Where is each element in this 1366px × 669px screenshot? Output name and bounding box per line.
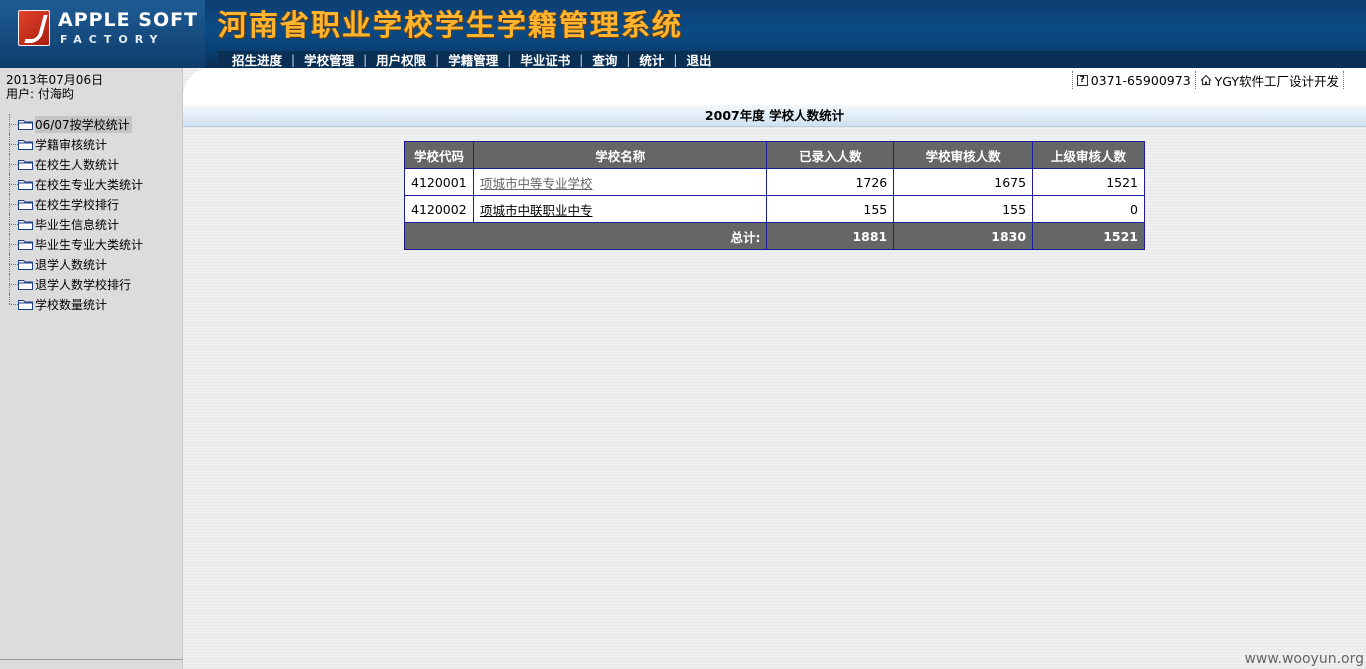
tree-item-label: 学籍审核统计 [35, 137, 108, 152]
school-audited-count: 1675 [893, 168, 1034, 196]
divider [1071, 71, 1073, 89]
tree-item-label: 在校生人数统计 [35, 157, 120, 172]
folder-icon [18, 199, 33, 210]
school-code: 4120002 [404, 195, 474, 223]
col-header-superior-audited-count: 上级审核人数 [1032, 141, 1145, 169]
table-header-row: 学校代码 学校名称 已录入人数 学校审核人数 上级审核人数 [404, 141, 1145, 169]
logo: APPLE SOFT FACTORY [0, 0, 205, 68]
table-row: 4120001 项城市中等专业学校 1726 1675 1521 [404, 168, 1145, 196]
tree-item-label: 退学人数学校排行 [35, 277, 132, 292]
tree-item-school-count[interactable]: 学校数量统计 [8, 294, 178, 314]
main-content: ? 0371-65900973 YGY软件工厂设计开发 2007年度 学校人数统… [183, 68, 1366, 669]
tree-item-graduate-info[interactable]: 毕业生信息统计 [8, 214, 178, 234]
folder-icon [18, 299, 33, 310]
school-code: 4120001 [404, 168, 474, 196]
developer-credit: YGY软件工厂设计开发 [1214, 73, 1339, 89]
nav-statistics[interactable]: 统计 [639, 50, 664, 69]
tree-item-label: 学校数量统计 [35, 297, 108, 312]
sidebar: 2013年07月06日 用户: 付海昀 06/07按学校统计 学籍审核统计 在校… [0, 68, 183, 669]
tree-item-label: 毕业生信息统计 [35, 217, 120, 232]
apple-soft-logo-icon [18, 10, 50, 46]
superior-audited-count: 0 [1032, 195, 1145, 223]
divider [1194, 71, 1196, 89]
table-row: 4120002 项城市中联职业中专 155 155 0 [404, 195, 1145, 223]
school-name-link[interactable]: 项城市中等专业学校 [480, 176, 593, 191]
school-audited-count: 155 [893, 195, 1034, 223]
main-nav: 招生进度 | 学校管理 | 用户权限 | 学籍管理 | 毕业证书 | 查询 | … [218, 51, 1366, 68]
divider [1343, 71, 1344, 89]
nav-logout[interactable]: 退出 [686, 50, 711, 69]
col-header-entered-count: 已录入人数 [766, 141, 895, 169]
tree-item-label: 在校生专业大类统计 [35, 177, 144, 192]
contact-info: ? 0371-65900973 YGY软件工厂设计开发 [1068, 71, 1348, 89]
superior-audited-count: 1521 [1032, 168, 1145, 196]
nav-user-permissions[interactable]: 用户权限 [376, 50, 426, 69]
tree-item-record-audit[interactable]: 学籍审核统计 [8, 134, 178, 154]
current-user: 用户: 付海昀 [6, 87, 74, 101]
school-name-cell: 项城市中联职业中专 [472, 195, 768, 223]
nav-student-records[interactable]: 学籍管理 [448, 50, 498, 69]
tree-item-label: 退学人数统计 [35, 257, 108, 272]
logo-main-text: APPLE SOFT [58, 9, 199, 31]
tree-item-dropout-school-ranking[interactable]: 退学人数学校排行 [8, 274, 178, 294]
logo-sub-text: FACTORY [60, 33, 165, 46]
nav-enrollment-progress[interactable]: 招生进度 [232, 50, 282, 69]
folder-icon [18, 279, 33, 290]
folder-icon [18, 139, 33, 150]
app-header: APPLE SOFT FACTORY 河南省职业学校学生学籍管理系统 招生进度 … [0, 0, 1366, 68]
table-total-row: 总计: 1881 1830 1521 [403, 222, 1145, 250]
entered-count: 155 [766, 195, 895, 223]
tree-item-label: 毕业生专业大类统计 [35, 237, 144, 252]
tree-item-label: 06/07按学校统计 [35, 115, 132, 133]
entered-count: 1726 [766, 168, 895, 196]
folder-icon [18, 179, 33, 190]
tree-item-enrolled-count[interactable]: 在校生人数统计 [8, 154, 178, 174]
total-superior-audited: 1521 [1032, 222, 1145, 250]
tree-item-dropout-count[interactable]: 退学人数统计 [8, 254, 178, 274]
phone-number: 0371-65900973 [1090, 72, 1191, 88]
nav-query[interactable]: 查询 [592, 50, 617, 69]
page-title: 2007年度 学校人数统计 [183, 105, 1366, 127]
total-school-audited: 1830 [893, 222, 1034, 250]
col-header-school-name: 学校名称 [472, 141, 768, 169]
tree-item-enrolled-school-ranking[interactable]: 在校生学校排行 [8, 194, 178, 214]
tree-item-enrolled-major-category[interactable]: 在校生专业大类统计 [8, 174, 178, 194]
tree-item-label: 在校生学校排行 [35, 197, 120, 212]
school-name-cell: 项城市中等专业学校 [472, 168, 768, 196]
help-icon: ? [1076, 74, 1088, 86]
tree-item-graduate-major-category[interactable]: 毕业生专业大类统计 [8, 234, 178, 254]
divider [0, 659, 183, 660]
nav-graduation-certificate[interactable]: 毕业证书 [520, 50, 570, 69]
stats-tree: 06/07按学校统计 学籍审核统计 在校生人数统计 在校生专业大类统计 在校生学… [8, 114, 178, 314]
school-stats-table: 学校代码 学校名称 已录入人数 学校审核人数 上级审核人数 4120001 项城… [403, 141, 1145, 250]
school-name-link[interactable]: 项城市中联职业中专 [480, 203, 593, 218]
col-header-school-audited-count: 学校审核人数 [893, 141, 1034, 169]
total-entered: 1881 [766, 222, 895, 250]
total-label: 总计: [403, 222, 768, 250]
folder-icon [18, 259, 33, 270]
folder-icon [18, 239, 33, 250]
system-title: 河南省职业学校学生学籍管理系统 [218, 8, 684, 42]
nav-school-management[interactable]: 学校管理 [304, 50, 354, 69]
folder-icon [18, 159, 33, 170]
top-info-bar: ? 0371-65900973 YGY软件工厂设计开发 [183, 68, 1366, 105]
home-icon [1200, 74, 1212, 86]
watermark: www.wooyun.org [1244, 651, 1364, 667]
folder-icon [18, 119, 33, 130]
col-header-school-code: 学校代码 [404, 141, 474, 169]
folder-icon [18, 219, 33, 230]
tree-item-by-school[interactable]: 06/07按学校统计 [8, 114, 178, 134]
